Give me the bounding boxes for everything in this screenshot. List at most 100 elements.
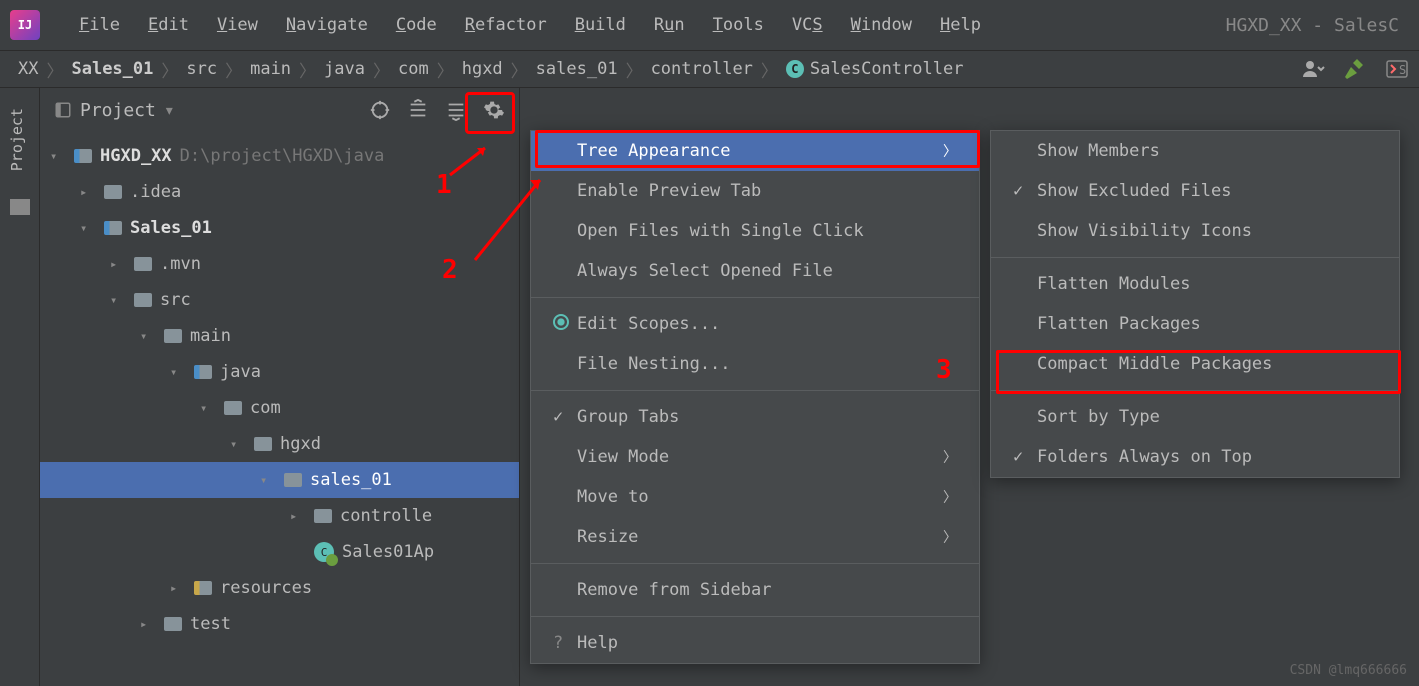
crumb-hgxd[interactable]: hgxd — [454, 59, 511, 79]
menu-view-mode[interactable]: View Mode〉 — [531, 437, 979, 477]
tree-java-row[interactable]: ▾java — [40, 354, 519, 390]
expand-all-icon[interactable] — [407, 99, 429, 121]
folder-icon — [164, 329, 182, 343]
menu-open-single-click[interactable]: Open Files with Single Click — [531, 211, 979, 251]
menu-resize[interactable]: Resize〉 — [531, 517, 979, 557]
annotation-2: 2 — [442, 255, 458, 285]
menu-edit-scopes[interactable]: Edit Scopes... — [531, 304, 979, 344]
user-icon[interactable] — [1301, 57, 1325, 81]
menu-file-nesting[interactable]: File Nesting... — [531, 344, 979, 384]
tree-src-row[interactable]: ▾src — [40, 282, 519, 318]
menu-show-members[interactable]: Show Members — [991, 131, 1399, 171]
sidebar-tab-project[interactable]: Project — [0, 88, 34, 191]
folder-icon — [134, 257, 152, 271]
menu-show-visibility[interactable]: Show Visibility Icons — [991, 211, 1399, 251]
package-icon — [284, 473, 302, 487]
tree-test-row[interactable]: ▸test — [40, 606, 519, 642]
menu-view[interactable]: View — [203, 15, 272, 35]
class-icon: C — [314, 542, 334, 562]
package-icon — [224, 401, 242, 415]
menu-edit[interactable]: Edit — [134, 15, 203, 35]
tree-com-row[interactable]: ▾com — [40, 390, 519, 426]
annotation-3: 3 — [936, 355, 952, 385]
menu-separator — [991, 390, 1399, 391]
panel-header: Project ▾ — [40, 88, 519, 132]
tree-sales-row[interactable]: ▾Sales_01 — [40, 210, 519, 246]
package-icon — [314, 509, 332, 523]
menu-file[interactable]: File — [65, 15, 134, 35]
folder-icon — [104, 185, 122, 199]
menu-tools[interactable]: Tools — [699, 15, 778, 35]
project-tree: ▾HGXD_XXD:\project\HGXD\java ▸.idea ▾Sal… — [40, 132, 519, 648]
menu-separator — [531, 297, 979, 298]
radio-icon — [553, 314, 577, 335]
settings-menu: Tree Appearance〉 Enable Preview Tab Open… — [530, 130, 980, 664]
package-icon — [254, 437, 272, 451]
annotation-arrow-2 — [470, 165, 550, 265]
tree-controller-row[interactable]: ▸controlle — [40, 498, 519, 534]
menu-enable-preview[interactable]: Enable Preview Tab — [531, 171, 979, 211]
menu-build[interactable]: Build — [561, 15, 640, 35]
select-opened-icon[interactable] — [369, 99, 391, 121]
menu-sort-by-type[interactable]: Sort by Type — [991, 397, 1399, 437]
crumb-main[interactable]: main — [242, 59, 299, 79]
menubar: IJ File Edit View Navigate Code Refactor… — [0, 0, 1419, 50]
toolbar-right: S — [1301, 57, 1409, 81]
panel-title[interactable]: Project ▾ — [54, 100, 175, 121]
tree-resources-row[interactable]: ▸resources — [40, 570, 519, 606]
resources-folder-icon — [194, 581, 212, 595]
menu-separator — [531, 616, 979, 617]
crumb-class[interactable]: CSalesController — [778, 59, 972, 79]
menu-navigate[interactable]: Navigate — [272, 15, 382, 35]
menu-vcs[interactable]: VCS — [778, 15, 837, 35]
crumb-root[interactable]: XX — [10, 59, 46, 79]
menu-run[interactable]: Run — [640, 15, 699, 35]
menu-folders-top[interactable]: ✓Folders Always on Top — [991, 437, 1399, 477]
tree-main-row[interactable]: ▾main — [40, 318, 519, 354]
menu-code[interactable]: Code — [382, 15, 451, 35]
tree-sales01-row[interactable]: ▾sales_01 — [40, 462, 519, 498]
crumb-sales01[interactable]: sales_01 — [528, 59, 626, 79]
hammer-icon[interactable] — [1343, 57, 1367, 81]
tree-sales01app-row[interactable]: CSales01Ap — [40, 534, 519, 570]
menu-refactor[interactable]: Refactor — [451, 15, 561, 35]
menu-flatten-modules[interactable]: Flatten Modules — [991, 264, 1399, 304]
svg-text:S: S — [1399, 63, 1406, 77]
gear-icon[interactable] — [483, 99, 505, 121]
crumb-com[interactable]: com — [390, 59, 437, 79]
module-icon — [74, 149, 92, 163]
watermark: CSDN @lmq666666 — [1290, 663, 1407, 678]
menu-always-select[interactable]: Always Select Opened File — [531, 251, 979, 291]
crumb-controller[interactable]: controller — [643, 59, 761, 79]
tree-hgxd-row[interactable]: ▾hgxd — [40, 426, 519, 462]
crumb-java[interactable]: java — [316, 59, 373, 79]
menu-window[interactable]: Window — [837, 15, 926, 35]
menu-compact-middle[interactable]: Compact Middle Packages — [991, 344, 1399, 384]
window-title: HGXD_XX - SalesC — [1226, 15, 1409, 36]
menu-flatten-packages[interactable]: Flatten Packages — [991, 304, 1399, 344]
app-icon: IJ — [10, 10, 40, 40]
menu-help[interactable]: Help — [926, 15, 995, 35]
menu-show-excluded[interactable]: ✓Show Excluded Files — [991, 171, 1399, 211]
structure-icon[interactable] — [10, 199, 30, 215]
menu-group-tabs[interactable]: ✓Group Tabs — [531, 397, 979, 437]
folder-icon — [134, 293, 152, 307]
breadcrumb-bar: XX〉 Sales_01〉 src〉 main〉 java〉 com〉 hgxd… — [0, 50, 1419, 88]
crumb-src[interactable]: src — [178, 59, 225, 79]
panel-icon — [54, 101, 72, 119]
menu-help[interactable]: ?Help — [531, 623, 979, 663]
src-folder-icon — [194, 365, 212, 379]
folder-icon — [164, 617, 182, 631]
menu-remove-sidebar[interactable]: Remove from Sidebar — [531, 570, 979, 610]
annotation-1: 1 — [436, 170, 452, 200]
crumb-sales[interactable]: Sales_01 — [63, 59, 161, 79]
menu-separator — [531, 563, 979, 564]
menu-move-to[interactable]: Move to〉 — [531, 477, 979, 517]
module-icon — [104, 221, 122, 235]
menu-separator — [531, 390, 979, 391]
collapse-all-icon[interactable] — [445, 99, 467, 121]
menu-tree-appearance[interactable]: Tree Appearance〉 — [531, 131, 979, 171]
menu-separator — [991, 257, 1399, 258]
sidebar-rail: Project — [0, 88, 40, 686]
run-config-icon[interactable]: S — [1385, 57, 1409, 81]
